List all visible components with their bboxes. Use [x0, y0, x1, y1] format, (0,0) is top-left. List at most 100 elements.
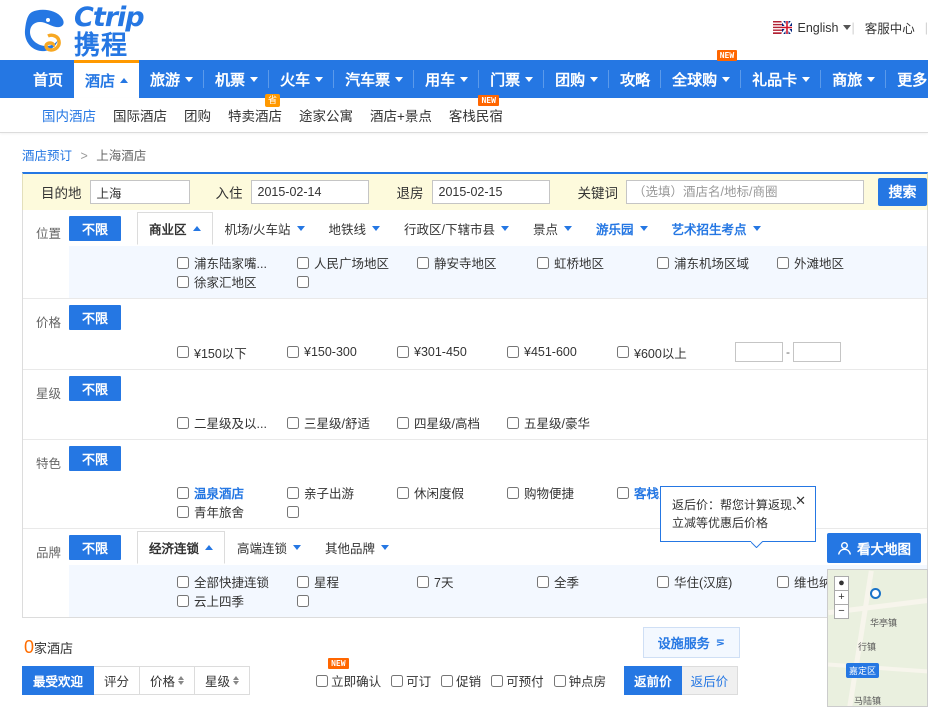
nav-item-1[interactable]: 酒店: [74, 60, 139, 98]
filter-unlimited-button[interactable]: 不限: [69, 305, 121, 330]
sort-option-0[interactable]: 最受欢迎: [22, 666, 94, 695]
filter-tab-4-2[interactable]: 其他品牌: [313, 531, 401, 564]
sort-option-1[interactable]: 评分: [94, 666, 140, 695]
nav-item-0[interactable]: 首页: [22, 60, 74, 98]
checkbox-input[interactable]: [297, 576, 309, 588]
view-big-map-button[interactable]: 看大地图: [827, 533, 921, 563]
checkbox-input[interactable]: [287, 346, 299, 358]
sub-nav-item-1[interactable]: 国际酒店: [113, 105, 167, 125]
filter-checkbox-3-0[interactable]: 温泉酒店: [175, 483, 285, 502]
sub-nav-item-5[interactable]: 酒店+景点: [370, 105, 432, 125]
close-icon[interactable]: ✕: [795, 495, 806, 507]
sub-nav-item-6[interactable]: 客栈民宿NEW: [449, 105, 503, 125]
filter-checkbox-0-5[interactable]: 外滩地区: [775, 253, 895, 272]
nav-item-10[interactable]: 全球购NEW: [661, 60, 741, 98]
filter-checkbox-3-7[interactable]: [285, 506, 395, 518]
filter-tab-4-1[interactable]: 高端连锁: [225, 531, 313, 564]
filter-checkbox-1-0[interactable]: ¥150以下: [175, 343, 285, 362]
nav-item-13[interactable]: 更多: [886, 60, 928, 98]
checkbox-input[interactable]: [297, 595, 309, 607]
sub-nav-item-3[interactable]: 特卖酒店省: [228, 105, 282, 125]
checkbox-input[interactable]: [177, 487, 189, 499]
search-button[interactable]: 搜索: [878, 178, 927, 206]
nav-item-6[interactable]: 用车: [414, 60, 479, 98]
filter-checkbox-0-7[interactable]: [295, 276, 415, 288]
filter-checkbox-4-2[interactable]: 7天: [415, 572, 535, 591]
sort-option-2[interactable]: 价格: [140, 666, 195, 695]
nav-item-12[interactable]: 商旅: [821, 60, 886, 98]
filter-unlimited-button[interactable]: 不限: [69, 216, 121, 241]
sub-nav-item-0[interactable]: 国内酒店: [42, 105, 96, 125]
filter-tab-4-0[interactable]: 经济连锁: [137, 531, 225, 564]
sub-nav-item-2[interactable]: 团购: [184, 105, 211, 125]
checkbox-input[interactable]: [777, 576, 789, 588]
filter-checkbox-0-0[interactable]: 浦东陆家嘴...: [175, 253, 295, 272]
checkbox-input[interactable]: [417, 576, 429, 588]
filter-tab-0-6[interactable]: 艺术招生考点: [660, 212, 773, 245]
checkbox-input[interactable]: [777, 257, 789, 269]
customer-service-link[interactable]: 客服中心: [855, 18, 925, 37]
checkbox-input[interactable]: [297, 257, 309, 269]
ctrip-logo[interactable]: Ctrip 携程: [22, 4, 144, 58]
filter-checkbox-4-3[interactable]: 全季: [535, 572, 655, 591]
checkin-input[interactable]: [251, 180, 369, 204]
nav-item-7[interactable]: 门票: [479, 60, 544, 98]
filter-tab-0-2[interactable]: 地铁线: [317, 212, 393, 245]
map-marker[interactable]: [870, 588, 881, 599]
checkbox-input[interactable]: [537, 257, 549, 269]
filter-checkbox-0-3[interactable]: 虹桥地区: [535, 253, 655, 272]
quick-filter-0[interactable]: 立即确认NEW: [316, 671, 381, 690]
checkout-input[interactable]: [432, 180, 550, 204]
nav-item-5[interactable]: 汽车票: [334, 60, 414, 98]
map-zoom-reset[interactable]: ●: [834, 576, 849, 591]
price-max-input[interactable]: [793, 342, 841, 362]
nav-item-9[interactable]: 攻略: [609, 60, 661, 98]
map-zoom-out[interactable]: −: [834, 604, 849, 619]
quick-filter-1[interactable]: 可订: [391, 671, 431, 690]
filter-unlimited-button[interactable]: 不限: [69, 446, 121, 471]
price-min-input[interactable]: [735, 342, 783, 362]
filter-checkbox-3-6[interactable]: 青年旅舍: [175, 502, 285, 521]
checkbox-input[interactable]: [441, 675, 453, 687]
map-zoom-in[interactable]: +: [834, 590, 849, 605]
quick-filter-2[interactable]: 促销: [441, 671, 481, 690]
language-selector[interactable]: English: [765, 21, 851, 35]
filter-checkbox-3-2[interactable]: 休闲度假: [395, 483, 505, 502]
checkbox-input[interactable]: [417, 257, 429, 269]
checkbox-input[interactable]: [537, 576, 549, 588]
filter-checkbox-4-7[interactable]: [295, 595, 415, 607]
filter-checkbox-3-1[interactable]: 亲子出游: [285, 483, 395, 502]
nav-item-11[interactable]: 礼品卡: [741, 60, 821, 98]
checkbox-input[interactable]: [177, 576, 189, 588]
filter-checkbox-2-2[interactable]: 四星级/高档: [395, 413, 505, 432]
filter-tab-0-4[interactable]: 景点: [521, 212, 584, 245]
search-input[interactable]: [626, 180, 864, 204]
checkbox-input[interactable]: [316, 675, 328, 687]
filter-checkbox-4-6[interactable]: 云上四季: [175, 591, 295, 610]
mini-map[interactable]: ● + − 华亭镇 行镇 马陆镇 嘉定区: [827, 569, 928, 707]
filter-checkbox-2-3[interactable]: 五星级/豪华: [505, 413, 615, 432]
checkbox-input[interactable]: [177, 506, 189, 518]
filter-unlimited-button[interactable]: 不限: [69, 376, 121, 401]
checkbox-input[interactable]: [287, 487, 299, 499]
filter-checkbox-1-4[interactable]: ¥600以上: [615, 343, 725, 362]
filter-checkbox-3-3[interactable]: 购物便捷: [505, 483, 615, 502]
destination-input[interactable]: [90, 180, 190, 204]
sort-option-3[interactable]: 星级: [195, 666, 250, 695]
filter-unlimited-button[interactable]: 不限: [69, 535, 121, 560]
checkbox-input[interactable]: [287, 417, 299, 429]
filter-checkbox-4-4[interactable]: 华住(汉庭): [655, 572, 775, 591]
filter-tab-0-0[interactable]: 商业区: [137, 212, 213, 245]
filter-checkbox-0-4[interactable]: 浦东机场区域: [655, 253, 775, 272]
facility-service-button[interactable]: 设施服务 ⋝: [643, 627, 740, 658]
checkbox-input[interactable]: [177, 595, 189, 607]
filter-tab-0-5[interactable]: 游乐园: [584, 212, 660, 245]
checkbox-input[interactable]: [397, 487, 409, 499]
checkbox-input[interactable]: [507, 487, 519, 499]
quick-filter-4[interactable]: 钟点房: [554, 671, 607, 690]
checkbox-input[interactable]: [297, 276, 309, 288]
checkbox-input[interactable]: [491, 675, 503, 687]
checkbox-input[interactable]: [391, 675, 403, 687]
checkbox-input[interactable]: [507, 346, 519, 358]
filter-checkbox-0-1[interactable]: 人民广场地区: [295, 253, 415, 272]
